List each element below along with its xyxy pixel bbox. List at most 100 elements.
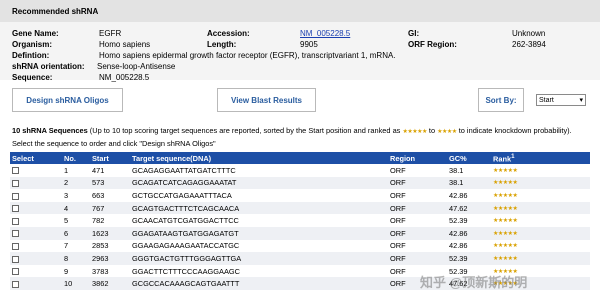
row-select-cell <box>10 176 62 190</box>
row-select-cell <box>10 264 62 278</box>
row-start: 2963 <box>90 252 130 265</box>
row-target-sequence: GCTGCCATGAGAAATTTACA <box>130 189 388 202</box>
definition-label: Defintion: <box>12 51 50 60</box>
five-star-icon: ★★★★★ <box>402 129 427 135</box>
row-select-cell <box>10 252 62 265</box>
sequence-value: NM_005228.5 <box>99 73 150 82</box>
row-region: ORF <box>388 164 447 177</box>
header-gc: GC% <box>447 152 491 164</box>
row-gc: 42.86 <box>447 226 491 240</box>
row-target-sequence: GCAGAGGAATTATGATCTTTC <box>130 164 388 177</box>
table-row[interactable]: 1 471 GCAGAGGAATTATGATCTTTC ORF 38.1 ★★★★★ <box>10 164 590 177</box>
gi-value: Unknown <box>512 29 546 38</box>
gene-info-panel: Gene Name: EGFR Accession: NM_005228.5 G… <box>0 22 600 82</box>
row-rank-stars: ★★★★★ <box>491 214 590 227</box>
row-rank-stars: ★★★★★ <box>491 239 590 253</box>
row-start: 663 <box>90 189 130 202</box>
row-region: ORF <box>388 176 447 190</box>
row-gc: 42.86 <box>447 189 491 202</box>
sort-by-button[interactable]: Sort By: <box>478 88 524 112</box>
row-select-cell <box>10 189 62 202</box>
table-row[interactable]: 6 1623 GGAGATAAGTGATGGAGATGT ORF 42.86 ★★★★★ <box>10 226 590 240</box>
sequences-description: 10 shRNA Sequences (Up to 10 top scoring… <box>12 125 592 150</box>
length-label: Length: <box>207 40 237 49</box>
table-row[interactable]: 8 2963 GGGTGACTGTTTGGGAGTTGA ORF 52.39 ★★★★★ <box>10 252 590 265</box>
row-select-checkbox[interactable] <box>12 217 19 225</box>
row-select-cell <box>10 164 62 177</box>
row-select-cell <box>10 226 62 240</box>
design-shrna-oligos-button[interactable]: Design shRNA Oligos <box>12 88 123 112</box>
table-row[interactable]: 4 767 GCAGTGACTTTCTCAGCAACA ORF 47.62 ★★★★★ <box>10 201 590 215</box>
table-row[interactable]: 7 2853 GGAAGAGAAAGAATACCATGC ORF 42.86 ★★★★★ <box>10 239 590 253</box>
description-text-1: (Up to 10 top scoring target sequences a… <box>89 126 401 135</box>
row-start: 471 <box>90 164 130 177</box>
description-to: to <box>428 126 436 135</box>
row-select-cell <box>10 277 62 290</box>
row-no: 1 <box>62 164 90 177</box>
rank-footnote-marker: 1 <box>511 152 515 160</box>
four-star-icon: ★★★★ <box>437 129 457 135</box>
row-region: ORF <box>388 226 447 240</box>
row-select-cell <box>10 239 62 253</box>
chevron-down-icon: ▾ <box>579 97 583 104</box>
watermark: 知乎 @顶新斯的明 <box>420 275 528 290</box>
row-no: 9 <box>62 264 90 278</box>
definition-value: Homo sapiens epidermal growth factor rec… <box>99 51 396 60</box>
gene-name-value: EGFR <box>99 29 122 38</box>
section-header: Recommended shRNA <box>0 0 600 22</box>
row-target-sequence: GGAGATAAGTGATGGAGATGT <box>130 226 388 240</box>
row-target-sequence: GCAGTGACTTTCTCAGCAACA <box>130 201 388 215</box>
row-start: 782 <box>90 214 130 227</box>
row-no: 3 <box>62 189 90 202</box>
row-rank-stars: ★★★★★ <box>491 201 590 215</box>
row-rank-stars: ★★★★★ <box>491 189 590 202</box>
row-select-checkbox[interactable] <box>12 167 19 175</box>
orf-region-value: 262-3894 <box>512 40 546 49</box>
row-select-checkbox[interactable] <box>12 205 19 213</box>
row-select-cell <box>10 214 62 227</box>
row-rank-stars: ★★★★★ <box>491 164 590 177</box>
row-select-checkbox[interactable] <box>12 230 19 238</box>
orf-region-label: ORF Region: <box>408 40 457 49</box>
row-select-checkbox[interactable] <box>12 280 19 288</box>
header-target-sequence: Target sequence(DNA) <box>130 152 388 164</box>
row-no: 4 <box>62 201 90 215</box>
row-start: 3783 <box>90 264 130 278</box>
row-gc: 38.1 <box>447 164 491 177</box>
gene-name-label: Gene Name: <box>12 29 59 38</box>
header-rank: Rank1 <box>491 152 590 164</box>
row-select-checkbox[interactable] <box>12 268 19 276</box>
row-target-sequence: GCGCCACAAAGCAGTGAATTT <box>130 277 388 290</box>
row-start: 2853 <box>90 239 130 253</box>
row-target-sequence: GCAACATGTCGATGGACTTCC <box>130 214 388 227</box>
row-select-checkbox[interactable] <box>12 255 19 263</box>
row-start: 3862 <box>90 277 130 290</box>
accession-link[interactable]: NM_005228.5 <box>300 29 350 38</box>
row-gc: 47.62 <box>447 201 491 215</box>
table-row[interactable]: 5 782 GCAACATGTCGATGGACTTCC ORF 52.39 ★★★★★ <box>10 214 590 227</box>
header-start: Start <box>90 152 130 164</box>
row-select-checkbox[interactable] <box>12 192 19 200</box>
row-rank-stars: ★★★★★ <box>491 252 590 265</box>
row-no: 7 <box>62 239 90 253</box>
row-start: 573 <box>90 176 130 190</box>
header-no: No. <box>62 152 90 164</box>
organism-value: Homo sapiens <box>99 40 151 49</box>
table-header-row: Select No. Start Target sequence(DNA) Re… <box>10 152 590 164</box>
row-select-checkbox[interactable] <box>12 242 19 250</box>
row-target-sequence: GGACTTCTTTCCCAAGGAAGC <box>130 264 388 278</box>
table-row[interactable]: 3 663 GCTGCCATGAGAAATTTACA ORF 42.86 ★★★★★ <box>10 189 590 202</box>
description-bold: 10 shRNA Sequences <box>12 126 88 135</box>
sort-select[interactable]: Start ▾ <box>536 94 586 106</box>
header-select: Select <box>10 152 62 164</box>
row-gc: 38.1 <box>447 176 491 190</box>
row-rank-stars: ★★★★★ <box>491 176 590 190</box>
row-gc: 42.86 <box>447 239 491 253</box>
row-start: 1623 <box>90 226 130 240</box>
shrna-table: Select No. Start Target sequence(DNA) Re… <box>10 152 590 290</box>
row-gc: 52.39 <box>447 214 491 227</box>
table-row[interactable]: 2 573 GCAGATCATCAGAGGAAATAT ORF 38.1 ★★★★★ <box>10 176 590 190</box>
sequence-label: Sequence: <box>12 73 53 82</box>
row-select-checkbox[interactable] <box>12 179 19 187</box>
view-blast-results-button[interactable]: View Blast Results <box>217 88 316 112</box>
